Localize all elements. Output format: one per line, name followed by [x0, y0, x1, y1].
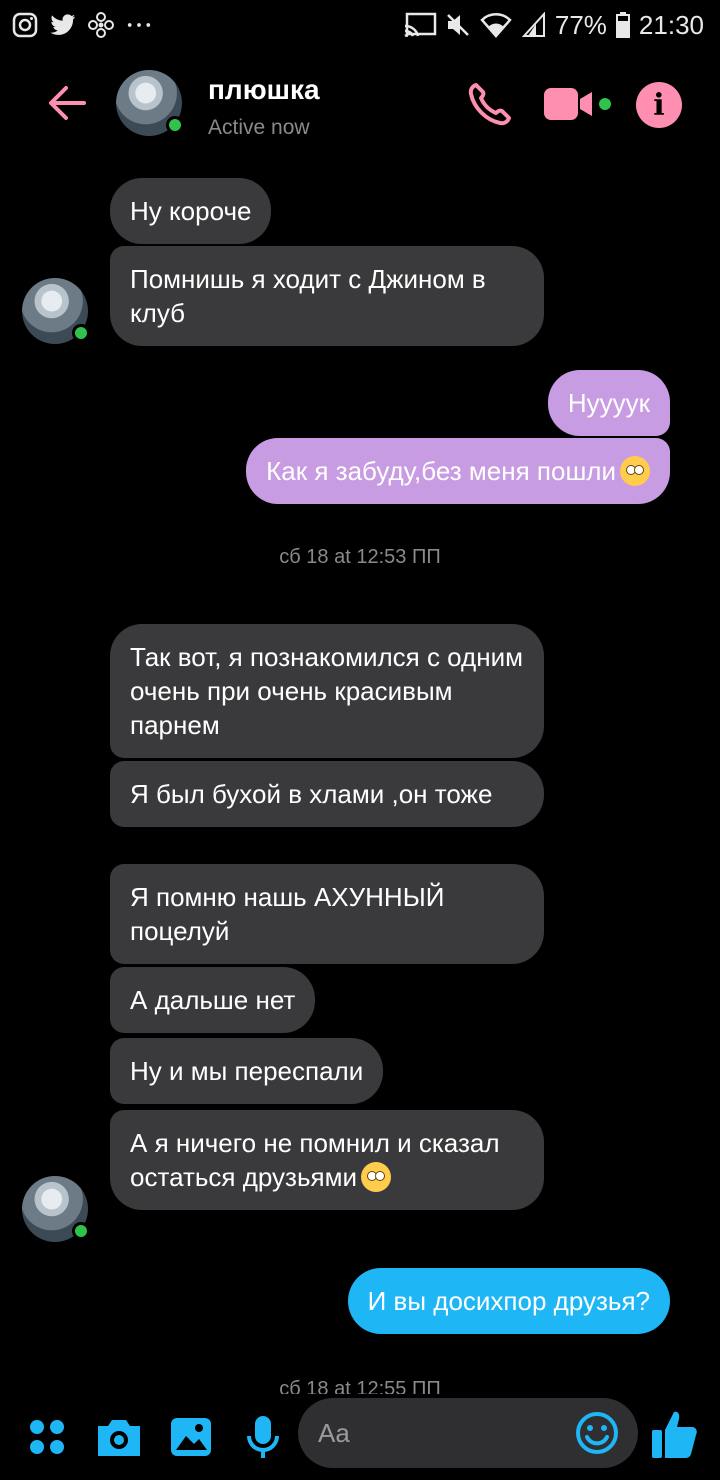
- thumbs-up-icon: [652, 1411, 697, 1458]
- back-button[interactable]: [44, 80, 90, 126]
- battery-icon: [615, 12, 631, 38]
- contact-avatar[interactable]: [116, 70, 184, 136]
- message-text: Ну короче: [130, 196, 252, 226]
- message-text: Так вот, я познакомился с одним очень пр…: [130, 642, 523, 740]
- status-bar: 77% 21:30: [0, 0, 720, 50]
- timestamp: сб 18 at 12:55 ПП: [279, 1378, 441, 1394]
- message-outgoing[interactable]: И вы досихпор друзья?: [347, 1268, 670, 1334]
- microphone-icon: [247, 1416, 279, 1458]
- thumbs-up-button[interactable]: [650, 1408, 700, 1458]
- emoji-button[interactable]: [574, 1410, 620, 1456]
- gallery-button[interactable]: [166, 1412, 216, 1462]
- message-composer: [0, 1394, 720, 1480]
- signal-icon: [521, 12, 547, 38]
- online-indicator: [72, 324, 90, 342]
- instagram-icon: [12, 12, 38, 38]
- active-status: Active now: [208, 116, 310, 139]
- phone-icon: [468, 83, 511, 126]
- message-incoming[interactable]: А дальше нет: [110, 967, 316, 1033]
- message-incoming[interactable]: Я был бухой в хлами ,он тоже: [110, 761, 544, 827]
- wifi-icon: [479, 12, 513, 38]
- message-text: Как я забуду,без меня пошли: [266, 456, 616, 486]
- message-text: Нуууук: [567, 388, 650, 418]
- back-arrow-icon: [49, 86, 86, 120]
- message-text: И вы досихпор друзья?: [367, 1286, 650, 1316]
- message-incoming[interactable]: Ну короче: [110, 178, 272, 244]
- message-incoming[interactable]: А я ничего не помнил и сказал остаться д…: [110, 1110, 544, 1210]
- message-text: Я был бухой в хлами ,он тоже: [130, 779, 493, 809]
- info-button[interactable]: i: [636, 82, 682, 128]
- twitter-icon: [50, 12, 76, 38]
- hand-over-mouth-emoji: [361, 1162, 392, 1192]
- voice-call-button[interactable]: [466, 80, 514, 128]
- video-call-button[interactable]: [542, 84, 616, 124]
- fan-icon: [88, 12, 114, 38]
- online-indicator: [72, 1222, 90, 1240]
- battery-percent: 77%: [554, 9, 607, 40]
- timestamp: сб 18 at 12:53 ПП: [279, 546, 441, 568]
- emoji-icon: [576, 1412, 618, 1454]
- message-text: А я ничего не помнил и сказал остаться д…: [130, 1128, 500, 1192]
- apps-icon: [30, 1420, 64, 1454]
- gallery-icon: [171, 1418, 211, 1456]
- cast-icon: [403, 12, 437, 38]
- message-incoming[interactable]: Я помню нашь АХУННЫЙ поцелуй: [110, 864, 544, 964]
- message-incoming[interactable]: Помнишь я ходит с Джином в клуб: [110, 246, 544, 346]
- conversation-header: плюшка Active now i: [0, 60, 720, 150]
- message-text: А дальше нет: [130, 985, 296, 1015]
- camera-button[interactable]: [94, 1412, 144, 1462]
- message-outgoing[interactable]: Как я забуду,без меня пошли: [246, 438, 670, 504]
- message-incoming[interactable]: Ну и мы переспали: [110, 1038, 384, 1104]
- more-dots-icon: [126, 12, 152, 38]
- message-incoming[interactable]: Так вот, я познакомился с одним очень пр…: [110, 624, 544, 758]
- message-outgoing[interactable]: Нуууук: [547, 370, 670, 436]
- message-text: Помнишь я ходит с Джином в клуб: [130, 264, 486, 328]
- video-camera-icon: [544, 88, 611, 120]
- mute-icon: [445, 12, 471, 38]
- message-text: Ну и мы переспали: [130, 1056, 364, 1086]
- voice-message-button[interactable]: [238, 1412, 288, 1462]
- camera-icon: [98, 1420, 140, 1456]
- eye-roll-emoji: [620, 456, 650, 486]
- message-text: Я помню нашь АХУННЫЙ поцелуй: [130, 882, 445, 946]
- clock: 21:30: [638, 9, 704, 40]
- apps-button[interactable]: [22, 1412, 72, 1462]
- contact-name[interactable]: плюшка: [208, 74, 320, 106]
- online-indicator: [166, 116, 184, 134]
- info-icon: i: [653, 87, 665, 123]
- sender-avatar[interactable]: [22, 1176, 90, 1242]
- sender-avatar[interactable]: [22, 278, 90, 344]
